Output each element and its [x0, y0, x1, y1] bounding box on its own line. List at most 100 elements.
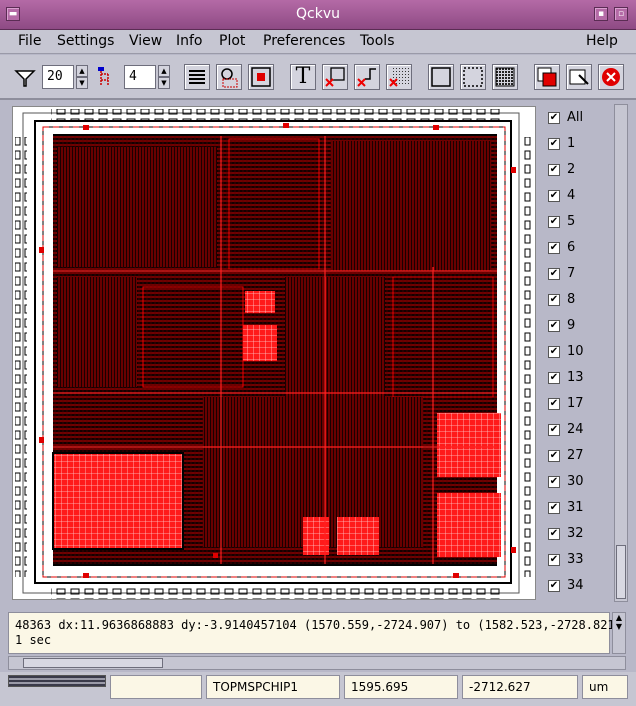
output-horizontal-scroll-thumb[interactable]	[23, 658, 163, 668]
depth-input[interactable]: 4	[124, 65, 156, 89]
layout-canvas[interactable]	[12, 106, 536, 600]
layer-checkbox[interactable]: ✔	[548, 424, 560, 436]
outline-box-button[interactable]	[428, 64, 454, 90]
layer-item[interactable]: ✔ 6	[548, 239, 612, 259]
layer-checkbox[interactable]: ✔	[548, 528, 560, 540]
layer-checkbox[interactable]: ✔	[548, 190, 560, 202]
layer-label: 34	[567, 578, 584, 593]
delete-box-icon	[325, 67, 345, 87]
magnify-select-icon	[221, 68, 238, 88]
main-area: ✔ All ✔ 1 ✔ 2 ✔ 4 ✔ 5 ✔ 6 ✔ 7 ✔ 8 ✔ 9 ✔ 10 ✔ 13 ✔ 17 ✔ 24 ✔ 27 ✔ 30 ✔ 3…	[0, 100, 636, 606]
status-bar: TOPMSPCHIP1 1595.695 -2712.627 um	[0, 672, 636, 706]
delete-grid-button[interactable]	[386, 64, 412, 90]
layer-item[interactable]: ✔ 9	[548, 317, 612, 337]
layer-label: 33	[567, 552, 584, 567]
layer-item[interactable]: ✔ All	[548, 109, 612, 129]
layer-checkbox[interactable]: ✔	[548, 216, 560, 228]
status-message-field	[110, 675, 202, 699]
layer-item[interactable]: ✔ 24	[548, 421, 612, 441]
layer-checkbox[interactable]: ✔	[548, 112, 560, 124]
menu-settings[interactable]: Settings	[57, 33, 114, 49]
menu-view[interactable]: View	[129, 33, 162, 49]
menu-info[interactable]: Info	[176, 33, 203, 49]
depth-stepper[interactable]: ▲ ▼	[158, 65, 170, 89]
output-line-1: 48363 dx:11.9636868883 dy:-3.9140457104 …	[15, 618, 622, 632]
menu-help[interactable]: Help	[586, 33, 618, 49]
grid-fill-button[interactable]	[492, 64, 518, 90]
layer-item[interactable]: ✔ 27	[548, 447, 612, 467]
layer-checkbox[interactable]: ✔	[548, 346, 560, 358]
layer-item[interactable]: ✔ 32	[548, 525, 612, 545]
text-tool-button[interactable]: T	[290, 64, 316, 90]
layers-stack-button[interactable]	[184, 64, 210, 90]
window-title: Qckvu	[296, 6, 340, 22]
layer-checkbox[interactable]: ✔	[548, 320, 560, 332]
layer-list-scrollbar[interactable]	[614, 104, 628, 602]
output-horizontal-scrollbar[interactable]	[8, 656, 626, 670]
layer-checkbox[interactable]: ✔	[548, 268, 560, 280]
layer-label: 2	[567, 162, 576, 177]
menu-plot[interactable]: Plot	[219, 33, 245, 49]
layer-checkbox[interactable]: ✔	[548, 476, 560, 488]
y-coordinate-field: -2712.627	[462, 675, 578, 699]
layer-checkbox[interactable]: ✔	[548, 138, 560, 150]
layer-label: 5	[567, 214, 576, 229]
layer-label: All	[567, 110, 584, 125]
layer-item[interactable]: ✔ 2	[548, 161, 612, 181]
output-scrollbar[interactable]: ▲ ▼	[612, 612, 626, 654]
layer-item[interactable]: ✔ 30	[548, 473, 612, 493]
layer-item[interactable]: ✔ 17	[548, 395, 612, 415]
menu-file[interactable]: File	[18, 33, 41, 49]
maximize-button[interactable]: ▫	[614, 7, 628, 21]
layer-label: 24	[567, 422, 584, 437]
layer-item[interactable]: ✔ 5	[548, 213, 612, 233]
layer-checkbox[interactable]: ✔	[548, 294, 560, 306]
layer-label: 10	[567, 344, 584, 359]
dashed-box-icon	[463, 67, 483, 87]
units-field: um	[582, 675, 628, 699]
layer-item[interactable]: ✔ 8	[548, 291, 612, 311]
layer-label: 13	[567, 370, 584, 385]
layer-item[interactable]: ✔ 33	[548, 551, 612, 571]
level-input[interactable]: 20	[42, 65, 74, 89]
layer-item[interactable]: ✔ 31	[548, 499, 612, 519]
toolbar: 20 ▲ ▼ 4 ▲ ▼ T	[0, 55, 636, 100]
layer-item[interactable]: ✔ 13	[548, 369, 612, 389]
title-bar: ▬ Qckvu ▪ ▫	[0, 0, 636, 30]
busy-indicator	[8, 675, 106, 687]
layer-label: 9	[567, 318, 576, 333]
layer-checkbox[interactable]: ✔	[548, 372, 560, 384]
delete-box-button[interactable]	[322, 64, 348, 90]
close-cancel-button[interactable]	[598, 64, 624, 90]
layer-checkbox[interactable]: ✔	[548, 554, 560, 566]
layer-item[interactable]: ✔ 10	[548, 343, 612, 363]
minimize-button[interactable]: ▪	[594, 7, 608, 21]
layer-item[interactable]: ✔ 34	[548, 577, 612, 597]
delete-path-button[interactable]	[354, 64, 380, 90]
menu-tools[interactable]: Tools	[360, 33, 395, 49]
layer-item[interactable]: ✔ 1	[548, 135, 612, 155]
level-stepper[interactable]: ▲ ▼	[76, 65, 88, 89]
layer-checkbox[interactable]: ✔	[548, 502, 560, 514]
menu-preferences[interactable]: Preferences	[263, 33, 345, 49]
edit-cell-button[interactable]	[566, 64, 592, 90]
layer-label: 7	[567, 266, 576, 281]
layer-checkbox[interactable]: ✔	[548, 242, 560, 254]
output-line-2: 1 sec	[15, 633, 52, 647]
filter-icon	[14, 70, 36, 87]
layer-checkbox[interactable]: ✔	[548, 398, 560, 410]
layer-label: 30	[567, 474, 584, 489]
layer-item[interactable]: ✔ 4	[548, 187, 612, 207]
layer-checkbox[interactable]: ✔	[548, 580, 560, 592]
dashed-box-button[interactable]	[460, 64, 486, 90]
layer-label: 1	[567, 136, 576, 151]
layer-checkbox[interactable]: ✔	[548, 164, 560, 176]
layer-checkbox[interactable]: ✔	[548, 450, 560, 462]
zoom-select-button[interactable]	[216, 64, 242, 90]
layer-color-button[interactable]	[534, 64, 560, 90]
layer-color-icon	[537, 67, 557, 87]
layer-list-scroll-thumb[interactable]	[616, 545, 626, 599]
menu-bar: File Settings View Info Plot Preferences…	[0, 30, 636, 54]
fit-view-button[interactable]	[248, 64, 274, 90]
layer-item[interactable]: ✔ 7	[548, 265, 612, 285]
